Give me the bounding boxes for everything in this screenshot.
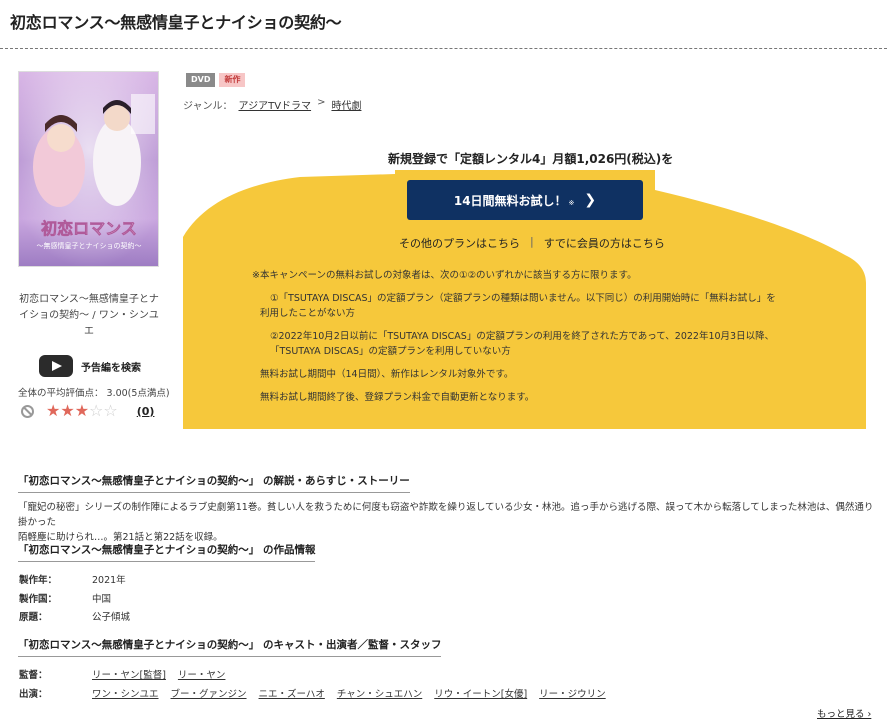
actor-link[interactable]: ワン・シンユエ	[92, 686, 159, 700]
cast-row: 出演： ワン・シンユエ ブー・グァンジン ニエ・ズーハオ チャン・シュエハン リ…	[19, 686, 618, 700]
svg-text:〜無感情皇子とナイショの契約〜: 〜無感情皇子とナイショの契約〜	[37, 241, 142, 250]
director-row: 監督： リー・ヤン[監督] リー・ヤン	[19, 667, 237, 681]
rating-row: ★ ★ ★ ☆ ☆ (0)	[21, 403, 154, 419]
info-value: 2021年	[92, 575, 126, 586]
cast-label: 出演：	[19, 689, 48, 700]
info-value: 公子傾城	[92, 612, 131, 623]
cover-image[interactable]: 初恋ロマンス 〜無感情皇子とナイショの契約〜	[18, 71, 159, 267]
note-new-release: 無料お試し期間中（14日間）、新作はレンタル対象外です。	[260, 369, 514, 380]
note-condition-2a: ②2022年10月2日以前に「TSUTAYA DISCAS」の定額プランの利用を…	[270, 331, 775, 342]
note-condition-1a: ①「TSUTAYA DISCAS」の定額プラン（定額プランの種類は問いません。以…	[270, 293, 776, 304]
actor-link[interactable]: ブー・グァンジン	[171, 686, 247, 700]
star-icon[interactable]: ★	[46, 403, 60, 419]
trial-note-mark: ※	[568, 198, 575, 207]
actor-link[interactable]: チャン・シュエハン	[337, 686, 422, 700]
note-condition-2b: 「TSUTAYA DISCAS」の定額プランを利用していない方	[270, 346, 511, 357]
svg-text:初恋ロマンス: 初恋ロマンス	[41, 219, 137, 238]
synopsis-text: 「寵妃の秘密」シリーズの制作陣によるラブ史劇第11巻。貧しい人を救うために何度も…	[18, 500, 878, 545]
rating-stars[interactable]: ★ ★ ★ ☆ ☆	[46, 403, 118, 419]
note-eligibility: ※本キャンペーンの無料お試しの対象者は、次の①②のいずれかに該当する方に限ります…	[252, 270, 637, 281]
genre-link-asian-tv-drama[interactable]: アジアTVドラマ	[239, 97, 312, 112]
info-row-original-title: 原題： 公子傾城	[19, 609, 130, 623]
info-key: 原題：	[19, 612, 48, 623]
campaign-headline: 新規登録で「定額レンタル4」月額1,026円(税込)を	[388, 152, 674, 166]
actor-link[interactable]: リウ・イートン[女優]	[434, 686, 527, 700]
trailer-label: 予告編を検索	[81, 362, 141, 374]
chevron-right-icon: ❯	[584, 192, 597, 208]
breadcrumb-separator: >	[317, 97, 326, 108]
link-separator: |	[530, 235, 534, 248]
average-rating-text: 全体の平均評価点： 3.00(5点満点)	[18, 388, 170, 399]
synopsis-heading: 「初恋ロマンス〜無感情皇子とナイショの契約〜」 の解説・あらすじ・ストーリー	[18, 473, 410, 493]
note-condition-1b: 利用したことがない方	[260, 308, 356, 319]
genre-label: ジャンル：	[183, 101, 233, 112]
info-key: 製作年：	[19, 575, 58, 586]
new-release-badge: 新作	[219, 73, 246, 87]
member-login-link[interactable]: すでに会員の方はこちら	[544, 235, 665, 251]
dvd-badge: DVD	[186, 73, 216, 87]
info-key: 製作国：	[19, 594, 58, 605]
director-link[interactable]: リー・ヤン[監督]	[92, 667, 166, 681]
genre-link-period-drama[interactable]: 時代劇	[331, 97, 361, 112]
info-row-country: 製作国： 中国	[19, 591, 111, 605]
star-icon[interactable]: ☆	[103, 403, 117, 419]
actor-link[interactable]: リー・ジウリン	[539, 686, 606, 700]
note-auto-renew: 無料お試し期間終了後、登録プラン料金で自動更新となります。	[260, 392, 535, 403]
genre-breadcrumb: ジャンル： アジアTVドラマ > 時代劇	[183, 97, 361, 112]
actor-link[interactable]: ニエ・ズーハオ	[259, 686, 325, 700]
director-link[interactable]: リー・ヤン	[178, 667, 226, 681]
director-label: 監督：	[19, 670, 48, 681]
play-video-icon	[39, 355, 73, 377]
star-icon[interactable]: ★	[75, 403, 89, 419]
free-trial-label: 14日間無料お試し！	[453, 193, 567, 208]
free-trial-button[interactable]: 14日間無料お試し！ ※ ❯	[407, 180, 643, 220]
star-icon[interactable]: ☆	[89, 403, 103, 419]
plan-links: その他のプランはこちら | すでに会員の方はこちら	[399, 235, 665, 251]
star-icon[interactable]: ★	[60, 403, 74, 419]
trailer-search-button[interactable]: 予告編を検索	[39, 355, 141, 377]
review-count-link[interactable]: (0)	[137, 405, 155, 418]
info-value: 中国	[92, 594, 112, 605]
not-interested-icon[interactable]	[21, 404, 34, 418]
synopsis-line: 「寵妃の秘密」シリーズの制作陣によるラブ史劇第11巻。貧しい人を救うために何度も…	[18, 502, 874, 528]
see-more-link[interactable]: もっと見る ›	[817, 706, 871, 720]
other-plans-link[interactable]: その他のプランはこちら	[399, 235, 520, 251]
cast-heading: 「初恋ロマンス〜無感情皇子とナイショの契約〜」 のキャスト・出演者／監督・スタッ…	[18, 637, 442, 657]
format-badges: DVD 新作	[186, 73, 246, 87]
cover-caption: 初恋ロマンス〜無感情皇子とナイショの契約〜 / ワン・シンユエ	[19, 294, 159, 337]
info-row-year: 製作年： 2021年	[19, 572, 126, 586]
campaign-notes: ※本キャンペーンの無料お試しの対象者は、次の①②のいずれかに該当する方に限ります…	[252, 268, 812, 413]
work-info-heading: 「初恋ロマンス〜無感情皇子とナイショの契約〜」 の作品情報	[18, 542, 316, 562]
